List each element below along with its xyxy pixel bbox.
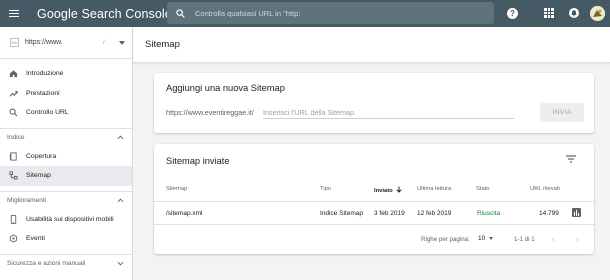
next-page-icon[interactable]: › — [576, 234, 579, 244]
chevron-up-icon — [117, 135, 124, 139]
chevron-up-icon — [117, 198, 124, 202]
pagination-range: 1-1 di 1 — [514, 236, 535, 243]
trending-up-icon — [9, 89, 18, 98]
sidebar-item-label: Prestazioni — [26, 89, 60, 97]
rows-per-page-select[interactable]: 10 — [478, 235, 494, 242]
column-header-ultima-lettura[interactable]: Ultima lettura — [417, 186, 451, 192]
property-url: https://www. — [25, 39, 63, 46]
sidebar-item-label: Controllo URL — [26, 109, 69, 117]
property-selector[interactable]: Ee https://www. / — [0, 27, 132, 59]
previous-page-icon[interactable]: ‹ — [552, 234, 555, 244]
sidebar: Ee https://www. / Introduzione Prestazio… — [0, 27, 133, 280]
cell-stato: Riuscita — [477, 210, 501, 217]
app-title[interactable]: Google Search Console — [37, 7, 172, 21]
sidebar-section-sicurezza[interactable]: Sicurezza e azioni manuali — [0, 253, 132, 273]
section-label: Miglioramenti — [7, 197, 47, 204]
property-favicon-icon: Ee — [10, 38, 19, 47]
sidebar-item-label: Sitemap — [26, 172, 51, 180]
section-label: Sicurezza e azioni manuali — [7, 260, 86, 267]
sidebar-item-sitemap[interactable]: Sitemap — [0, 166, 132, 186]
sidebar-item-label: Usabilità sui dispositivi mobili — [26, 215, 114, 223]
submit-sitemap-button[interactable]: INVIA — [540, 103, 584, 122]
menu-icon[interactable] — [0, 0, 28, 27]
event-icon — [9, 234, 18, 243]
cell-ultima-lettura: 12 feb 2019 — [417, 210, 452, 217]
notifications-icon[interactable] — [569, 8, 579, 18]
search-input[interactable] — [195, 8, 475, 18]
column-header-label: Inviato — [374, 188, 393, 194]
url-inspection-search[interactable] — [167, 2, 494, 24]
column-header-inviato[interactable]: Inviato — [374, 186, 402, 194]
sidebar-section-indice[interactable]: Indice — [0, 127, 132, 147]
property-separator: / — [103, 39, 105, 46]
bar-chart-icon[interactable] — [572, 208, 581, 217]
sidebar-item-usabilita-mobile[interactable]: Usabilità sui dispositivi mobili — [0, 210, 132, 230]
sidebar-item-eventi[interactable]: Eventi — [0, 229, 132, 249]
sidebar-item-controllo-url[interactable]: Controllo URL — [0, 103, 132, 123]
home-icon — [9, 69, 18, 78]
sidebar-item-label: Introduzione — [26, 70, 64, 78]
column-header-url-rilevati[interactable]: URL rilevati — [530, 186, 560, 192]
table-divider — [154, 224, 594, 225]
column-header-sitemap[interactable]: Sitemap — [166, 186, 187, 192]
sidebar-item-prestazioni[interactable]: Prestazioni — [0, 84, 132, 104]
apps-grid-icon[interactable] — [544, 8, 554, 18]
add-sitemap-card: Aggiungi una nuova Sitemap https://www.e… — [154, 73, 594, 133]
search-icon — [9, 108, 18, 117]
sitemap-icon — [9, 171, 18, 180]
cell-url-rilevati: 14.799 — [539, 210, 559, 217]
chevron-down-icon — [117, 261, 124, 265]
cell-sitemap[interactable]: /sitemap.xml — [166, 210, 202, 217]
column-header-stato[interactable]: Stato — [476, 186, 490, 192]
arrow-down-icon — [396, 186, 402, 193]
page-header: Sitemap — [133, 27, 610, 63]
cell-tipo: Indice Sitemap — [320, 210, 363, 217]
sitemap-url-input[interactable] — [263, 106, 514, 119]
help-icon[interactable]: ? — [507, 8, 518, 19]
top-app-bar: Google Search Console ? — [0, 0, 610, 27]
page-title: Sitemap — [145, 39, 180, 50]
sidebar-item-copertura[interactable]: Copertura — [0, 147, 132, 167]
rows-per-page-label: Righe per pagina: — [421, 236, 470, 243]
chevron-down-icon — [489, 237, 494, 240]
phone-icon — [9, 214, 18, 224]
search-icon — [176, 8, 185, 18]
site-url-prefix: https://www.eventireggae.it/ — [166, 108, 254, 117]
column-header-tipo[interactable]: Tipo — [320, 186, 331, 192]
rows-per-page-value: 10 — [478, 235, 486, 242]
avatar[interactable] — [590, 6, 605, 21]
sidebar-item-label: Copertura — [26, 152, 57, 160]
add-sitemap-title: Aggiungi una nuova Sitemap — [166, 83, 285, 93]
cell-inviato: 3 feb 2019 — [374, 210, 405, 217]
sidebar-item-label: Eventi — [26, 235, 45, 243]
table-divider — [154, 201, 594, 202]
submitted-sitemaps-title: Sitemap inviate — [166, 156, 230, 166]
filter-icon[interactable] — [566, 155, 576, 163]
document-icon — [9, 152, 18, 161]
section-label: Indice — [7, 134, 25, 141]
submitted-sitemaps-card: Sitemap inviate Sitemap Tipo Inviato Ult… — [154, 144, 594, 254]
sidebar-section-miglioramenti[interactable]: Miglioramenti — [0, 190, 132, 210]
sidebar-item-introduzione[interactable]: Introduzione — [0, 64, 132, 84]
chevron-down-icon — [119, 41, 125, 45]
